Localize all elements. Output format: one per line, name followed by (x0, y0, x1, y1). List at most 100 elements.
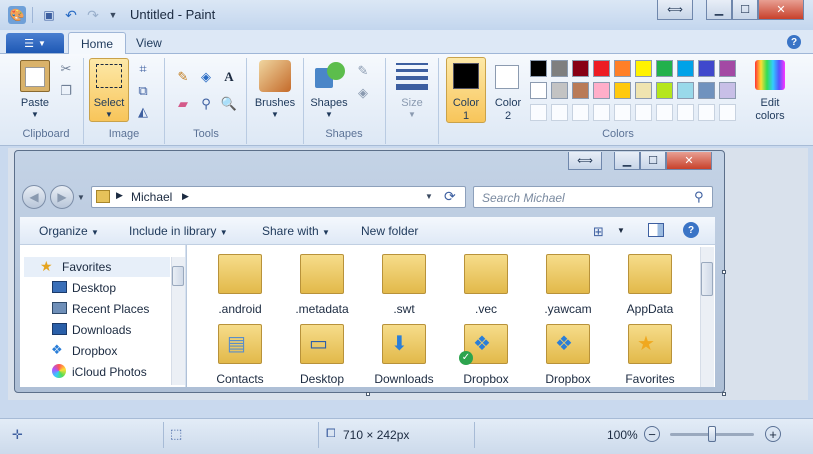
chevron-down-icon[interactable]: ▼ (617, 226, 625, 235)
custom-color-slot[interactable] (677, 104, 694, 121)
color-swatch[interactable] (635, 60, 652, 77)
color-swatch[interactable] (698, 82, 715, 99)
custom-color-slot[interactable] (656, 104, 673, 121)
search-input[interactable]: Search Michael (473, 186, 713, 208)
explorer-minimize-button[interactable]: ▁ (614, 152, 640, 170)
color2-swatch[interactable] (495, 65, 519, 89)
size-button-label[interactable]: Size (392, 97, 432, 109)
color-swatch[interactable] (656, 60, 673, 77)
maximize-button[interactable]: ☐ (732, 0, 758, 20)
nav-item-dropbox[interactable]: Dropbox (72, 341, 117, 361)
resize-icon[interactable]: ⟺ (657, 0, 693, 20)
color-swatch[interactable] (572, 82, 589, 99)
search-icon[interactable]: ⚲ (694, 189, 704, 205)
color-swatch[interactable] (551, 82, 568, 99)
chevron-down-icon[interactable]: ▼ (250, 110, 300, 119)
color-swatch[interactable] (614, 82, 631, 99)
brushes-button-label[interactable]: Brushes (250, 97, 300, 109)
color-swatch[interactable] (572, 60, 589, 77)
custom-color-slot[interactable] (551, 104, 568, 121)
breadcrumb-separator[interactable]: ▶ (182, 191, 189, 202)
file-item[interactable]: ⬇ Downloads (364, 320, 444, 388)
chevron-down-icon[interactable]: ▼ (14, 110, 56, 119)
color-swatch[interactable] (635, 82, 652, 99)
paste-button-label[interactable]: Paste (14, 97, 56, 109)
color-swatch[interactable] (656, 82, 673, 99)
eraser-icon[interactable]: ▰ (174, 95, 192, 113)
file-item[interactable]: .swt (364, 250, 444, 318)
file-item[interactable]: .metadata (282, 250, 362, 318)
color-swatch[interactable] (551, 60, 568, 77)
nav-scrollbar-thumb[interactable] (172, 266, 184, 286)
paste-icon[interactable] (20, 60, 50, 92)
color-swatch[interactable] (698, 60, 715, 77)
close-button[interactable]: ✕ (758, 0, 804, 20)
view-options-icon[interactable]: ⊞ (593, 224, 604, 240)
breadcrumb-separator[interactable]: ▶ (116, 190, 123, 201)
size-icon[interactable] (396, 63, 428, 90)
customize-toolbar-icon[interactable]: ▼ (104, 6, 122, 24)
content-scrollbar-thumb[interactable] (701, 262, 713, 296)
zoom-out-button[interactable]: − (644, 426, 660, 442)
color-swatch[interactable] (593, 60, 610, 77)
help-icon[interactable]: ? (787, 35, 801, 49)
new-folder-button[interactable]: New folder (361, 224, 418, 238)
edit-colors-icon[interactable] (755, 60, 785, 90)
file-item[interactable]: .yawcam (528, 250, 608, 318)
crop-icon[interactable]: ⌗ (134, 60, 152, 78)
file-item[interactable]: ▭ Desktop (282, 320, 362, 388)
redo-icon[interactable]: ↷ (84, 6, 102, 24)
color-swatch[interactable] (530, 60, 547, 77)
custom-color-slot[interactable] (572, 104, 589, 121)
brushes-icon[interactable] (259, 60, 291, 92)
shapes-button-label[interactable]: Shapes (307, 97, 351, 109)
forward-button[interactable]: ▶ (50, 185, 74, 209)
custom-color-slot[interactable] (614, 104, 631, 121)
nav-item-icloud-photos[interactable]: iCloud Photos (72, 362, 147, 382)
include-in-library-button[interactable]: Include in library ▼ (129, 224, 228, 238)
file-item[interactable]: ★ Favorites (610, 320, 690, 388)
explorer-maximize-button[interactable]: ☐ (640, 152, 666, 170)
color-swatch[interactable] (719, 60, 736, 77)
text-icon[interactable]: A (220, 68, 238, 86)
custom-color-slot[interactable] (635, 104, 652, 121)
minimize-button[interactable]: ▁ (706, 0, 732, 20)
color-swatch[interactable] (593, 82, 610, 99)
back-button[interactable]: ◀ (22, 185, 46, 209)
file-item[interactable]: AppData (610, 250, 690, 318)
chevron-down-icon[interactable]: ▼ (77, 193, 85, 202)
preview-pane-icon[interactable] (648, 223, 664, 237)
help-icon[interactable]: ? (683, 222, 699, 238)
save-icon[interactable]: ▣ (40, 6, 58, 24)
rotate-icon[interactable]: ◭ (134, 103, 152, 121)
custom-color-slot[interactable] (698, 104, 715, 121)
copy-icon[interactable]: ❐ (57, 82, 75, 100)
color-swatch[interactable] (614, 60, 631, 77)
pencil-icon[interactable]: ✎ (174, 68, 192, 86)
custom-color-slot[interactable] (530, 104, 547, 121)
tab-view[interactable]: View (124, 32, 174, 54)
resize-handle[interactable] (722, 270, 726, 274)
chevron-down-icon[interactable]: ▼ (307, 110, 351, 119)
zoom-slider-thumb[interactable] (708, 426, 716, 442)
file-item[interactable]: ▤ Contacts (200, 320, 280, 388)
resize-image-icon[interactable]: ⧉ (134, 82, 152, 100)
nav-item-recent-places[interactable]: Recent Places (72, 299, 149, 319)
breadcrumb[interactable]: Michael (131, 190, 172, 204)
edit-colors-label-1[interactable]: Edit (749, 97, 791, 109)
undo-icon[interactable]: ↶ (62, 6, 80, 24)
custom-color-slot[interactable] (593, 104, 610, 121)
organize-button[interactable]: Organize ▼ (39, 224, 99, 238)
resize-icon[interactable]: ⟺ (568, 152, 602, 170)
shapes-icon[interactable] (315, 62, 345, 90)
color-swatch[interactable] (530, 82, 547, 99)
outline-icon[interactable]: ✎ (354, 62, 372, 80)
file-item[interactable]: .vec (446, 250, 526, 318)
share-with-button[interactable]: Share with ▼ (262, 224, 330, 238)
paint-menu-button[interactable]: ☰ ▼ (6, 33, 64, 53)
file-item[interactable]: ❖ Dropbox (528, 320, 608, 388)
color-swatch[interactable] (677, 60, 694, 77)
fill-icon[interactable]: ◈ (197, 68, 215, 86)
zoom-in-button[interactable]: + (765, 426, 781, 442)
fill-shape-icon[interactable]: ◈ (354, 84, 372, 102)
